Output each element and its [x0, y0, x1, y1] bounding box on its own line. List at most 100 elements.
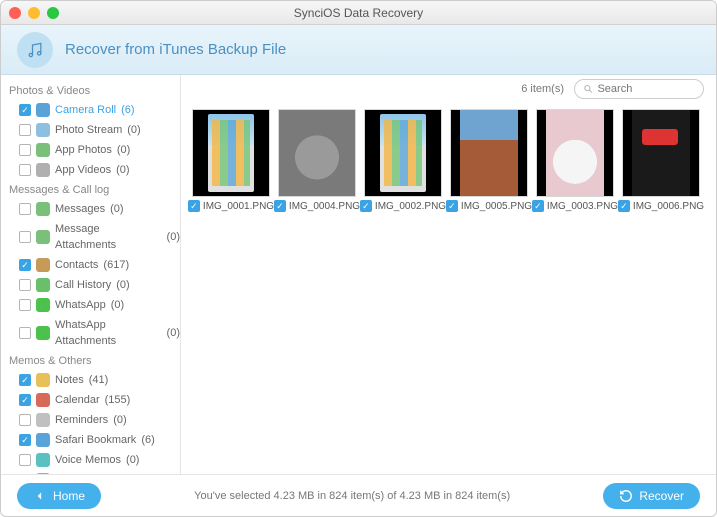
checkbox[interactable]: [19, 203, 31, 215]
checkbox[interactable]: [274, 200, 286, 212]
checkbox[interactable]: [19, 374, 31, 386]
sidebar-item-app-videos[interactable]: App Videos (0): [9, 160, 180, 180]
sidebar-item-camera-roll[interactable]: Camera Roll(6): [9, 100, 180, 120]
notes-icon: [36, 373, 50, 387]
sidebar-item-label: WhatsApp: [55, 297, 106, 313]
sidebar-item-whatsapp[interactable]: WhatsApp (0): [9, 295, 180, 315]
toolbar: 6 item(s): [181, 75, 716, 103]
refresh-icon: [619, 489, 633, 503]
sidebar-item-call-history[interactable]: Call History (0): [9, 275, 180, 295]
checkbox[interactable]: [532, 200, 544, 212]
checkbox[interactable]: [19, 259, 31, 271]
checkbox[interactable]: [188, 200, 200, 212]
sidebar-item-message-attachments[interactable]: Message Attachments (0): [9, 219, 180, 255]
whatsapp-attachments-icon: [36, 326, 50, 340]
thumbnail-image: [278, 109, 356, 197]
thumbnail[interactable]: IMG_0004.PNG: [277, 109, 357, 212]
sidebar-item-count: (0): [167, 229, 180, 245]
thumbnail[interactable]: IMG_0002.PNG: [363, 109, 443, 212]
sidebar-item-label: Message Attachments: [55, 221, 162, 253]
sidebar-item-messages[interactable]: Messages (0): [9, 199, 180, 219]
sidebar: Photos & VideosCamera Roll(6)Photo Strea…: [1, 75, 181, 474]
sidebar-item-count: (0): [116, 162, 129, 178]
safari-bookmark-icon: [36, 433, 50, 447]
titlebar: SynciOS Data Recovery: [1, 1, 716, 25]
sidebar-item-count: (0): [117, 142, 130, 158]
checkbox[interactable]: [19, 414, 31, 426]
checkbox[interactable]: [19, 231, 31, 243]
checkbox[interactable]: [19, 124, 31, 136]
sidebar-item-label: App Videos: [55, 162, 111, 178]
search-icon: [583, 83, 593, 95]
thumbnail[interactable]: IMG_0001.PNG: [191, 109, 271, 212]
home-button[interactable]: Home: [17, 483, 101, 509]
checkbox[interactable]: [446, 200, 458, 212]
sidebar-item-label: Reminders: [55, 412, 108, 428]
sidebar-item-contacts[interactable]: Contacts(617): [9, 255, 180, 275]
window-controls: [9, 7, 59, 19]
sidebar-item-label: Calendar: [55, 392, 100, 408]
search-input[interactable]: [597, 83, 695, 95]
checkbox[interactable]: [19, 327, 31, 339]
content: Photos & VideosCamera Roll(6)Photo Strea…: [1, 75, 716, 474]
app-videos-icon: [36, 163, 50, 177]
item-count: 6 item(s): [521, 83, 564, 95]
thumbnail-filename: IMG_0003.PNG: [547, 201, 618, 212]
checkbox[interactable]: [19, 434, 31, 446]
sidebar-item-count: (155): [105, 392, 131, 408]
thumbnail-filename: IMG_0006.PNG: [633, 201, 704, 212]
checkbox[interactable]: [19, 299, 31, 311]
sidebar-item-count: (0): [111, 297, 124, 313]
checkbox[interactable]: [618, 200, 630, 212]
sidebar-item-reminders[interactable]: Reminders(0): [9, 410, 180, 430]
sidebar-item-count: (0): [110, 201, 123, 217]
sidebar-item-count: (0): [126, 452, 139, 468]
sidebar-item-label: Call History: [55, 277, 111, 293]
camera-roll-icon: [36, 103, 50, 117]
checkbox[interactable]: [19, 394, 31, 406]
minimize-icon[interactable]: [28, 7, 40, 19]
sidebar-item-safari-bookmark[interactable]: Safari Bookmark(6): [9, 430, 180, 450]
arrow-left-icon: [33, 489, 47, 503]
sidebar-item-count: (0): [167, 325, 180, 341]
page-title: Recover from iTunes Backup File: [65, 41, 286, 58]
status-text: You've selected 4.23 MB in 824 item(s) o…: [101, 490, 603, 502]
sidebar-item-notes[interactable]: Notes(41): [9, 370, 180, 390]
sidebar-item-calendar[interactable]: Calendar (155): [9, 390, 180, 410]
sidebar-item-whatsapp-attachments[interactable]: WhatsApp Attachments(0): [9, 315, 180, 351]
checkbox[interactable]: [19, 144, 31, 156]
thumbnail[interactable]: IMG_0005.PNG: [449, 109, 529, 212]
sidebar-item-count: (0): [116, 277, 129, 293]
sidebar-item-label: Photo Stream: [55, 122, 122, 138]
recover-button-label: Recover: [639, 489, 684, 503]
checkbox[interactable]: [19, 454, 31, 466]
close-icon[interactable]: [9, 7, 21, 19]
thumbnail-filename: IMG_0001.PNG: [203, 201, 274, 212]
zoom-icon[interactable]: [47, 7, 59, 19]
thumbnail-image: [536, 109, 614, 197]
contacts-icon: [36, 258, 50, 272]
sidebar-item-photo-stream[interactable]: Photo Stream(0): [9, 120, 180, 140]
window-title: SynciOS Data Recovery: [1, 6, 716, 20]
thumbnail-image: [192, 109, 270, 197]
checkbox[interactable]: [19, 164, 31, 176]
checkbox[interactable]: [19, 279, 31, 291]
sidebar-item-count: (6): [141, 432, 154, 448]
thumbnail-label-row: IMG_0004.PNG: [274, 200, 360, 212]
checkbox[interactable]: [360, 200, 372, 212]
sidebar-item-label: Messages: [55, 201, 105, 217]
sidebar-item-app-photos[interactable]: App Photos(0): [9, 140, 180, 160]
calendar-icon: [36, 393, 50, 407]
sidebar-category-header: Photos & Videos: [9, 81, 180, 100]
sidebar-item-voice-memos[interactable]: Voice Memos(0): [9, 450, 180, 470]
app-logo-icon: [17, 32, 53, 68]
checkbox[interactable]: [19, 104, 31, 116]
thumbnail-filename: IMG_0004.PNG: [289, 201, 360, 212]
search-field[interactable]: [574, 79, 704, 99]
page-header: Recover from iTunes Backup File: [1, 25, 716, 75]
thumbnail[interactable]: IMG_0006.PNG: [621, 109, 701, 212]
recover-button[interactable]: Recover: [603, 483, 700, 509]
thumbnail[interactable]: IMG_0003.PNG: [535, 109, 615, 212]
thumbnail-filename: IMG_0002.PNG: [375, 201, 446, 212]
sidebar-category-header: Memos & Others: [9, 351, 180, 370]
